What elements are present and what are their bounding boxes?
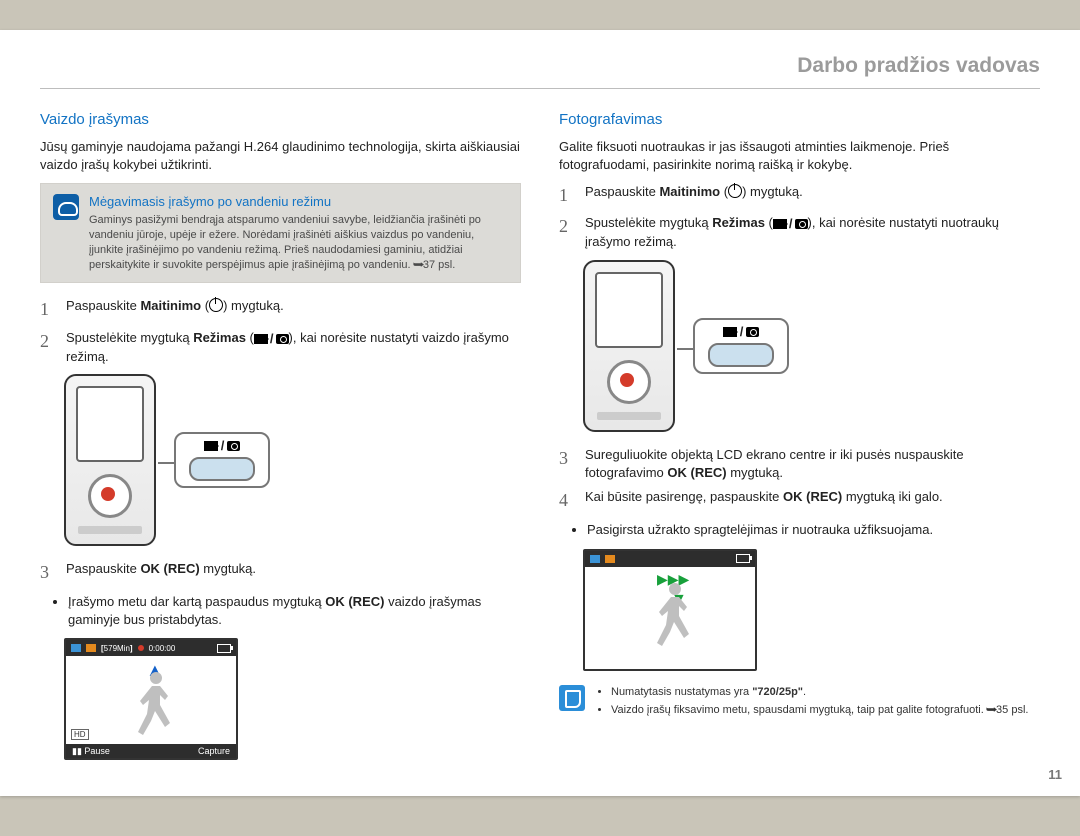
step-1: 1 Paspauskite Maitinimo () mygtuką. <box>559 183 1040 208</box>
device-illustration: / <box>64 374 521 546</box>
video-steps-cont: 3 Paspauskite OK (REC) mygtuką. <box>40 560 521 585</box>
photo-steps: 1 Paspauskite Maitinimo () mygtuką. 2 Sp… <box>559 183 1040 251</box>
stby-icon <box>71 644 81 652</box>
camera-icon <box>227 441 240 451</box>
video-icon <box>773 219 787 229</box>
dancer-figure-icon <box>126 666 186 744</box>
lcd-photo-preview: ▶▶▶ ▼ <box>583 549 757 671</box>
video-icon <box>204 441 218 451</box>
rec-dot-icon <box>138 645 144 651</box>
hd-badge: HD <box>71 729 89 740</box>
dancer-figure-icon <box>645 577 705 655</box>
step-4: 4 Kai būsite pasirengę, paspauskite OK (… <box>559 488 1040 513</box>
right-column: Fotografavimas Galite fiksuoti nuotrauka… <box>559 111 1040 768</box>
video-icon <box>254 334 268 344</box>
battery-icon <box>736 554 750 563</box>
diver-mask-icon <box>53 194 79 220</box>
stby-icon <box>590 555 600 563</box>
mode-button-callout: / <box>693 318 789 374</box>
left-column: Vaizdo įrašymas Jūsų gaminyje naudojama … <box>40 111 521 768</box>
manual-page: Darbo pradžios vadovas Vaizdo įrašymas J… <box>0 30 1080 796</box>
power-icon <box>728 184 742 198</box>
camera-icon <box>746 327 759 337</box>
camcorder-front <box>64 374 156 546</box>
card-icon <box>605 555 615 563</box>
mode-button-icon <box>189 457 255 481</box>
video-icon <box>723 327 737 337</box>
card-icon <box>86 644 96 652</box>
video-steps: 1 Paspauskite Maitinimo () mygtuką. 2 Sp… <box>40 297 521 365</box>
power-icon <box>209 298 223 312</box>
mode-icon: / <box>254 330 289 348</box>
callout-body: Gaminys pasižymi bendrąja atsparumo vand… <box>89 213 508 272</box>
section-heading-photo: Fotografavimas <box>559 111 1040 128</box>
photo-steps-cont: 3 Sureguliuokite objektą LCD ekrano cent… <box>559 446 1040 514</box>
section-heading-video: Vaizdo įrašymas <box>40 111 521 128</box>
intro-text: Jūsų gaminyje naudojama pažangi H.264 gl… <box>40 138 521 173</box>
device-illustration: / <box>583 260 1040 432</box>
chapter-title: Darbo pradžios vadovas <box>40 54 1040 89</box>
info-note: Numatytasis nustatymas yra "720/25p". Va… <box>559 685 1040 721</box>
step-4-sub: Pasigirsta užrakto spragtelėjimas ir nuo… <box>587 521 1040 539</box>
step-3: 3 Paspauskite OK (REC) mygtuką. <box>40 560 521 585</box>
mode-icon: / <box>773 215 808 233</box>
camcorder-front <box>583 260 675 432</box>
mode-button-icon <box>708 343 774 367</box>
callout-title: Mėgavimasis įrašymo po vandeniu režimu <box>89 194 508 209</box>
camera-icon <box>276 334 289 344</box>
lcd-video-preview: [579Min] 0:00:00 ▲ HD ▮▮ Pause Capture <box>64 638 238 760</box>
note-icon <box>559 685 585 711</box>
step-3-sub: Įrašymo metu dar kartą paspaudus mygtuką… <box>68 593 521 628</box>
step-1: 1 Paspauskite Maitinimo () mygtuką. <box>40 297 521 322</box>
step-2: 2 Spustelėkite mygtuką Režimas (/), kai … <box>40 329 521 366</box>
camera-icon <box>795 219 808 229</box>
intro-text: Galite fiksuoti nuotraukas ir jas išsaug… <box>559 138 1040 173</box>
battery-icon <box>217 644 231 653</box>
underwater-callout: Mėgavimasis įrašymo po vandeniu režimu G… <box>40 183 521 283</box>
step-2: 2 Spustelėkite mygtuką Režimas (/), kai … <box>559 214 1040 251</box>
step-3: 3 Sureguliuokite objektą LCD ekrano cent… <box>559 446 1040 482</box>
page-number: 11 <box>1048 767 1062 782</box>
two-column-layout: Vaizdo įrašymas Jūsų gaminyje naudojama … <box>40 111 1040 768</box>
mode-button-callout: / <box>174 432 270 488</box>
